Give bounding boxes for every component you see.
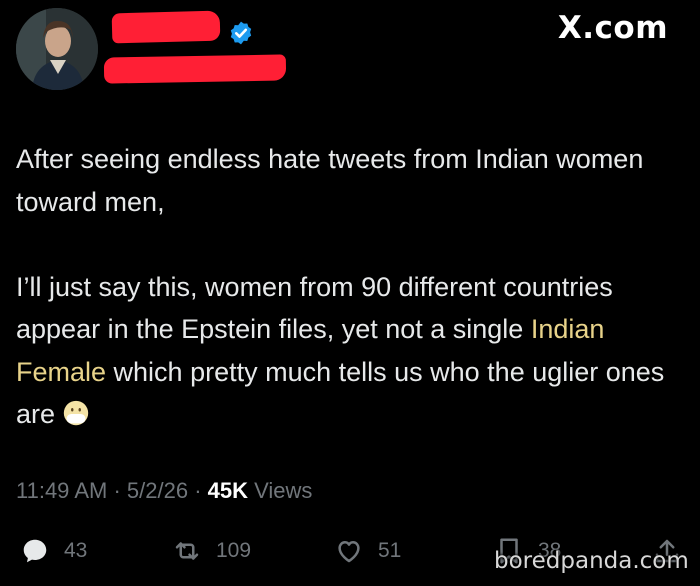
tweet-paragraph: I’ll just say this, women from 90 differ… — [16, 266, 686, 436]
reply-icon — [23, 539, 47, 563]
brand-logo: X.com — [557, 10, 668, 46]
tweet-text-segment: which pretty much tells us who the uglie… — [16, 356, 665, 430]
meta-separator: · — [113, 478, 121, 503]
redacted-username — [103, 54, 287, 84]
reply-button[interactable]: 43 — [20, 536, 87, 566]
avatar-image — [16, 8, 98, 90]
verified-badge-icon — [230, 21, 252, 45]
views-count: 45K — [207, 478, 249, 503]
repost-button[interactable]: 109 — [172, 536, 251, 566]
like-count: 51 — [378, 539, 402, 562]
reply-count: 43 — [64, 539, 88, 562]
tweet-date[interactable]: 5/2/26 — [127, 478, 188, 503]
mouth-covered-face-icon — [63, 400, 89, 426]
tweet-text: After seeing endless hate tweets from In… — [16, 138, 686, 436]
watermark: boredpanda.com — [494, 548, 689, 574]
tweet-text-segment: I’ll just say this, women from 90 differ… — [16, 271, 613, 345]
like-button[interactable]: 51 — [334, 536, 401, 566]
redacted-display-name — [111, 10, 221, 44]
views-label: Views — [254, 478, 313, 503]
repost-count: 109 — [216, 539, 252, 562]
tweet-paragraph: After seeing endless hate tweets from In… — [16, 144, 644, 217]
repost-icon — [175, 542, 199, 560]
heart-icon — [338, 541, 360, 563]
avatar[interactable] — [16, 8, 98, 90]
tweet-time[interactable]: 11:49 AM — [16, 478, 107, 503]
meta-separator: · — [194, 478, 202, 503]
tweet-meta: 11:49 AM · 5/2/26 · 45K Views — [16, 478, 312, 504]
